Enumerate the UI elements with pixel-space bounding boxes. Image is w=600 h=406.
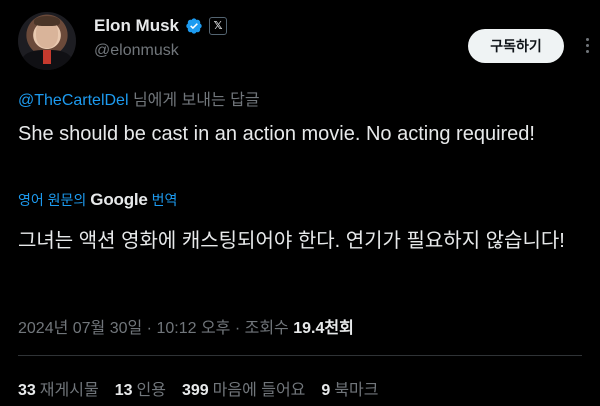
likes-label: 마음에 들어요 [212, 382, 306, 399]
tweet-timestamp[interactable]: 2024년 07월 30일 · 10:12 오후 · 조회수 [18, 320, 293, 337]
x-affiliate-icon: 𝕏 [209, 17, 228, 35]
divider [18, 355, 582, 356]
google-logo: Google [90, 190, 148, 209]
bookmarks-label: 북마크 [334, 382, 379, 399]
translated-text: 그녀는 액션 영화에 캐스팅되어야 한다. 연기가 필요하지 않습니다! [18, 230, 565, 252]
engagement-stats: 33 재게시물 13 인용 399 마음에 들어요 9 북마크 [18, 376, 378, 400]
quotes-count: 13 [114, 382, 133, 399]
bookmarks-stat[interactable]: 9 북마크 [321, 376, 378, 400]
view-count: 19.4천회 [293, 320, 354, 337]
reply-mention-link[interactable]: @TheCartelDel [18, 92, 129, 109]
subscribe-button[interactable]: 구독하기 [468, 29, 564, 63]
tweet-text: She should be cast in an action movie. N… [18, 123, 535, 145]
tweet-meta: 2024년 07월 30일 · 10:12 오후 · 조회수 19.4천회 [18, 314, 354, 338]
reposts-count: 33 [18, 382, 36, 399]
bookmarks-count: 9 [321, 382, 331, 399]
author-handle[interactable]: @elonmusk [94, 42, 179, 60]
translate-prefix: 영어 원문의 [18, 192, 87, 208]
reply-suffix: 님에게 보내는 답글 [128, 92, 260, 109]
likes-stat[interactable]: 399 마음에 들어요 [182, 376, 305, 400]
tweet-header: Elon Musk 𝕏 @elonmusk 구독하기 [18, 12, 589, 72]
likes-count: 399 [181, 382, 209, 399]
translate-link[interactable]: 영어 원문의 Google 번역 [18, 190, 177, 210]
verified-badge-icon [186, 18, 202, 34]
quotes-stat[interactable]: 13 인용 [115, 376, 166, 400]
reply-context: @TheCartelDel 님에게 보내는 답글 [18, 86, 260, 110]
more-options-icon[interactable] [579, 36, 595, 56]
avatar[interactable] [18, 12, 76, 70]
author-name[interactable]: Elon Musk [94, 16, 179, 36]
quotes-label: 인용 [136, 382, 166, 399]
reposts-stat[interactable]: 33 재게시물 [18, 376, 99, 400]
reposts-label: 재게시물 [39, 382, 99, 399]
author-name-row: Elon Musk 𝕏 [94, 16, 228, 36]
translate-suffix: 번역 [151, 192, 178, 208]
